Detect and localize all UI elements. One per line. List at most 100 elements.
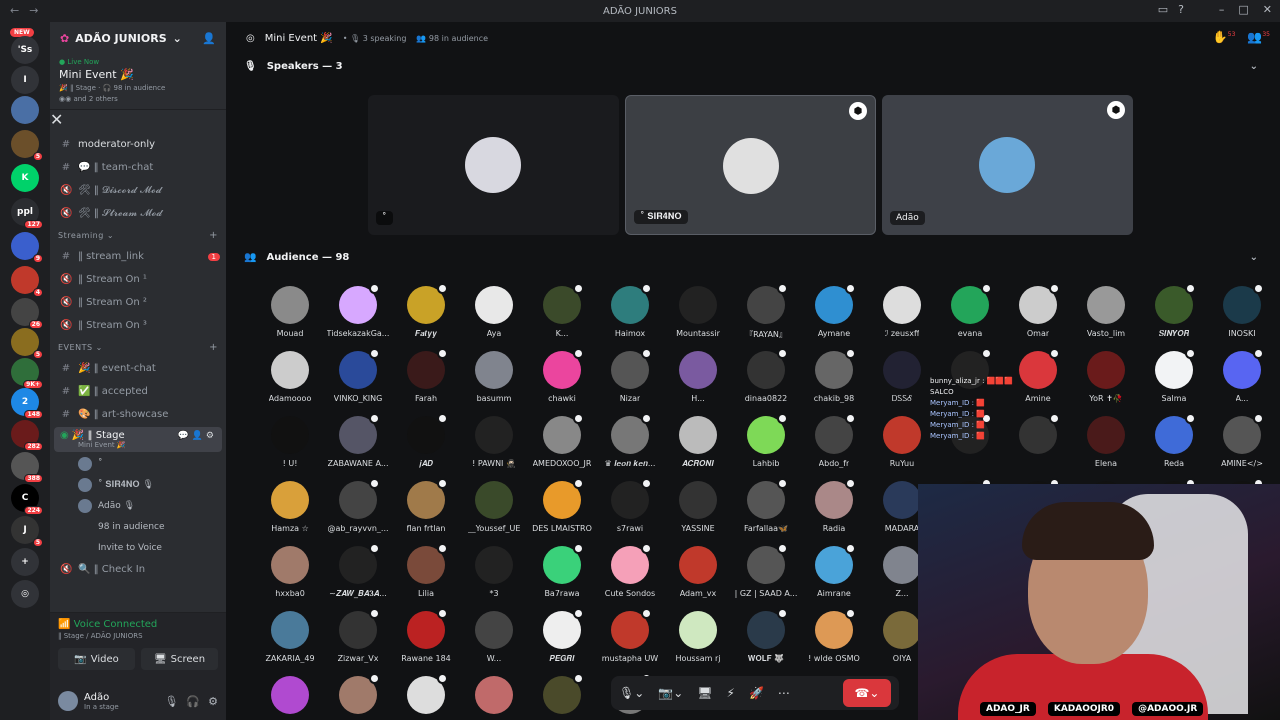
audience-member[interactable]: mustapha UW: [596, 608, 664, 674]
channel-item[interactable]: 🔇 ‖ Stream On ³: [50, 314, 226, 337]
audience-member[interactable]: evana: [936, 283, 1004, 349]
channel-item[interactable]: # moderator-only: [50, 133, 226, 156]
audience-member[interactable]: [528, 673, 596, 720]
audience-member[interactable]: ZABAWANE A...: [324, 413, 392, 479]
stage-channel[interactable]: ◉ 🎉 ‖ Stage Mini Event 🎉 💬 👤 ⚙: [54, 427, 222, 452]
audience-member[interactable]: ZAKARIA_49: [256, 609, 324, 674]
audience-member[interactable]: K...: [528, 283, 596, 349]
speakers-header[interactable]: 🎙 Speakers — 3 ⌄: [232, 54, 1280, 78]
server-icon[interactable]: 9: [11, 232, 43, 263]
server-icon[interactable]: 4: [11, 266, 43, 297]
audience-member[interactable]: Salma: [1140, 348, 1208, 414]
server-icon[interactable]: ppl 127: [11, 198, 43, 229]
stage-member[interactable]: ˚: [50, 453, 226, 474]
channel-item[interactable]: 🔇 🛠 ‖ 𝓓𝓲𝓼𝓬𝓸𝓻𝓭 𝓜𝓸𝓭: [50, 179, 226, 202]
audience-member[interactable]: Lilia: [392, 543, 460, 609]
audience-header[interactable]: 👥 Audience — 98 ⌄: [232, 245, 1280, 269]
audience-member[interactable]: Vasto_lim: [1072, 284, 1140, 349]
maximize-icon[interactable]: □: [1238, 3, 1248, 16]
audience-member[interactable]: ! PAWNI 🥷🏻: [460, 414, 528, 479]
channel-item[interactable]: # ‖ stream_link 1: [50, 245, 226, 268]
stage-member[interactable]: 98 in audience: [50, 516, 226, 537]
audience-member[interactable]: ℐ zeusxff: [868, 284, 936, 349]
audience-member[interactable]: 𝑨𝑪𝑹𝑶𝑵𝑰: [664, 414, 732, 479]
audience-member[interactable]: 𝒋𝑨𝑫: [392, 413, 460, 479]
audience-member[interactable]: [460, 674, 528, 720]
audience-member[interactable]: Cute Sondos: [596, 543, 664, 609]
audience-member[interactable]: VINKO_KING: [324, 348, 392, 414]
back-arrow-icon[interactable]: ←: [10, 4, 19, 17]
audience-member[interactable]: 𝑺𝑰𝑵𝒀𝑶𝑹: [1140, 283, 1208, 349]
screen-share-button[interactable]: 🖥 Screen: [141, 648, 218, 670]
server-icon[interactable]: [11, 96, 39, 124]
add-member-icon[interactable]: 👤: [202, 32, 216, 45]
server-icon[interactable]: 2 148: [11, 388, 43, 419]
add-channel-icon[interactable]: +: [209, 342, 218, 353]
server-icon[interactable]: 5: [11, 328, 43, 359]
audience-member[interactable]: Aya: [460, 284, 528, 349]
inbox-icon[interactable]: ▭: [1158, 3, 1168, 16]
settings-gear-icon[interactable]: ⚙: [208, 695, 218, 708]
chevron-down-icon[interactable]: ⌄: [1250, 61, 1258, 72]
audience-member[interactable]: H...: [664, 349, 732, 414]
channel-check-in[interactable]: 🔇 🔍 ‖ Check In: [50, 558, 226, 581]
channel-item[interactable]: # 💬 ‖ team-chat: [50, 156, 226, 179]
forward-arrow-icon[interactable]: →: [29, 4, 38, 17]
server-icon[interactable]: 388: [11, 452, 43, 483]
audience-member[interactable]: A...: [1208, 348, 1276, 414]
audience-member[interactable]: W...: [460, 609, 528, 674]
audience-member[interactable]: AMINE</>: [1208, 413, 1276, 479]
audience-member[interactable]: basumm: [460, 349, 528, 414]
audience-member[interactable]: [256, 674, 324, 720]
audience-member[interactable]: Ba7rawa: [528, 543, 596, 609]
speaker-tile[interactable]: ˚ 𝐒𝐈𝐑𝟒𝐍𝐎 ⬢: [625, 95, 876, 235]
audience-member[interactable]: Houssam rj: [664, 609, 732, 674]
audience-member[interactable]: ♛ 𝒍𝒆𝒐𝒏 𝒌𝒆𝒏...: [596, 413, 664, 479]
audience-member[interactable]: Mountassir: [664, 284, 732, 349]
headphones-icon[interactable]: 🎧: [186, 695, 200, 708]
live-event-card[interactable]: ● Live Now Mini Event 🎉 🎉 ‖ Stage · 🎧 98…: [50, 54, 226, 110]
chevron-down-icon[interactable]: ⌄: [1250, 252, 1258, 263]
stage-member[interactable]: Adão 🎙: [50, 495, 226, 516]
microphone-icon[interactable]: 🎙: [164, 695, 178, 708]
server-icon[interactable]: 9K+: [11, 358, 43, 389]
audience-member[interactable]: chawki: [528, 348, 596, 414]
audience-member[interactable]: Haimox: [596, 283, 664, 349]
audience-member[interactable]: Lahbib: [732, 413, 800, 479]
stage-member[interactable]: Invite to Voice: [50, 537, 226, 558]
server-icon[interactable]: J5: [11, 516, 43, 547]
server-icon[interactable]: 5: [11, 130, 43, 161]
channel-item[interactable]: 🔇 ‖ Stream On ²: [50, 291, 226, 314]
channel-item[interactable]: # ✅ ‖ accepted: [50, 380, 226, 403]
audience-member[interactable]: Hamza ☆: [256, 479, 324, 544]
add-channel-icon[interactable]: +: [209, 230, 218, 241]
voice-location[interactable]: ‖ Stage / ADÃO JUNIORS: [58, 632, 218, 640]
more-icon[interactable]: ⋯: [778, 686, 790, 700]
audience-member[interactable]: YoR ✝🥀: [1072, 349, 1140, 414]
audience-member[interactable]: [324, 673, 392, 720]
server-icon[interactable]: K: [11, 164, 39, 192]
video-button[interactable]: 📷 Video: [58, 648, 135, 670]
audience-member[interactable]: ᎠᏚᏚᎴ: [868, 349, 936, 414]
hand-raise-icon[interactable]: ✋53: [1213, 30, 1236, 44]
audience-member[interactable]: TidsekazakGa...: [324, 283, 392, 349]
speaker-tile[interactable]: ˚: [368, 95, 619, 235]
audience-member[interactable]: INOSKI: [1208, 283, 1276, 349]
audience-member[interactable]: 『RAYAN』: [732, 283, 800, 349]
audience-member[interactable]: *3: [460, 544, 528, 609]
audience-member[interactable]: @ab_rayvvn_...: [324, 478, 392, 544]
server-icon[interactable]: 26: [11, 298, 43, 329]
camera-off-icon[interactable]: 📷⌄: [658, 686, 683, 700]
disconnect-button[interactable]: ☎⌄: [843, 679, 891, 707]
channel-item[interactable]: # 🎨 ‖ art-showcase: [50, 403, 226, 426]
audience-member[interactable]: | GZ | SAAD A...: [732, 543, 800, 609]
stage-member[interactable]: ˚ 𝐒𝐈𝐑𝟒𝐍𝐎 🎙: [50, 474, 226, 495]
channel-item[interactable]: 🔇 ‖ Stream On ¹: [50, 268, 226, 291]
members-icon[interactable]: 👥35: [1247, 30, 1270, 44]
speaker-tile[interactable]: Adão ⬢: [882, 95, 1133, 235]
server-icon[interactable]: 'Ss: [11, 36, 39, 64]
audience-member[interactable]: __Youssef_UE: [460, 479, 528, 544]
microphone-icon[interactable]: 🎙⌄: [619, 686, 644, 700]
audience-member[interactable]: 𝑷𝑬𝑮𝑹𝑰: [528, 608, 596, 674]
audience-member[interactable]: flan frtlan: [392, 478, 460, 544]
